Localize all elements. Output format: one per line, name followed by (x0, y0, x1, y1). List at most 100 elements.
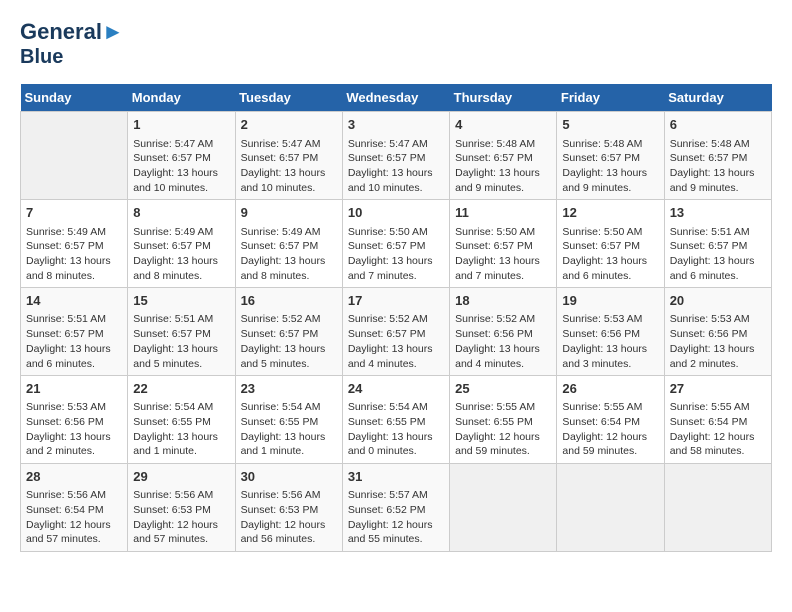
day-number: 16 (241, 292, 337, 310)
day-number: 4 (455, 116, 551, 134)
day-number: 11 (455, 204, 551, 222)
calendar-table: SundayMondayTuesdayWednesdayThursdayFrid… (20, 84, 772, 552)
day-number: 25 (455, 380, 551, 398)
day-header-tuesday: Tuesday (235, 84, 342, 112)
calendar-cell: 24Sunrise: 5:54 AM Sunset: 6:55 PM Dayli… (342, 376, 449, 464)
calendar-cell: 22 Sunrise: 5:54 AM Sunset: 6:55 PM Dayli… (128, 376, 235, 464)
day-number: 8 (133, 204, 229, 222)
calendar-cell: 16 Sunrise: 5:52 AM Sunset: 6:57 PM Dayli… (235, 288, 342, 376)
calendar-cell: 31 Sunrise: 5:57 AM Sunset: 6:52 PM Dayli… (342, 464, 449, 552)
day-number: 10 (348, 204, 444, 222)
day-number: 29 (133, 468, 229, 486)
calendar-cell: 19Sunrise: 5:53 AM Sunset: 6:56 PM Dayli… (557, 288, 664, 376)
day-number: 15 (133, 292, 229, 310)
logo-text: General► Blue (20, 20, 124, 68)
day-number: 22 (133, 380, 229, 398)
day-info: Sunrise: 5:50 AM Sunset: 6:57 PM Dayligh… (455, 225, 551, 284)
day-number: 23 (241, 380, 337, 398)
calendar-cell: 27 Sunrise: 5:55 AM Sunset: 6:54 PM Dayli… (664, 376, 771, 464)
logo: General► Blue (20, 20, 124, 68)
day-info: Sunrise: 5:52 AM Sunset: 6:56 PM Dayligh… (455, 312, 551, 371)
day-number: 12 (562, 204, 658, 222)
day-info: Sunrise: 5:47 AM Sunset: 6:57 PM Dayligh… (241, 137, 337, 196)
calendar-cell (664, 464, 771, 552)
calendar-cell (21, 112, 128, 200)
day-number: 5 (562, 116, 658, 134)
day-info: Sunrise: 5:47 AM Sunset: 6:57 PM Dayligh… (348, 137, 444, 196)
day-number: 27 (670, 380, 766, 398)
day-number: 28 (26, 468, 122, 486)
calendar-cell: 6 Sunrise: 5:48 AM Sunset: 6:57 PM Daylig… (664, 112, 771, 200)
calendar-cell: 9 Sunrise: 5:49 AM Sunset: 6:57 PM Daylig… (235, 200, 342, 288)
calendar-cell (450, 464, 557, 552)
calendar-cell: 29 Sunrise: 5:56 AM Sunset: 6:53 PM Dayli… (128, 464, 235, 552)
calendar-cell: 13 Sunrise: 5:51 AM Sunset: 6:57 PM Dayli… (664, 200, 771, 288)
day-number: 18 (455, 292, 551, 310)
day-info: Sunrise: 5:50 AM Sunset: 6:57 PM Dayligh… (562, 225, 658, 284)
day-info: Sunrise: 5:52 AM Sunset: 6:57 PM Dayligh… (241, 312, 337, 371)
day-header-wednesday: Wednesday (342, 84, 449, 112)
page-header: General► Blue (20, 20, 772, 68)
day-info: Sunrise: 5:48 AM Sunset: 6:57 PM Dayligh… (562, 137, 658, 196)
calendar-cell: 3 Sunrise: 5:47 AM Sunset: 6:57 PM Daylig… (342, 112, 449, 200)
calendar-cell: 23 Sunrise: 5:54 AM Sunset: 6:55 PM Dayli… (235, 376, 342, 464)
day-header-saturday: Saturday (664, 84, 771, 112)
calendar-cell: 5 Sunrise: 5:48 AM Sunset: 6:57 PM Daylig… (557, 112, 664, 200)
day-info: Sunrise: 5:53 AM Sunset: 6:56 PM Dayligh… (562, 312, 658, 371)
day-header-sunday: Sunday (21, 84, 128, 112)
calendar-cell: 11 Sunrise: 5:50 AM Sunset: 6:57 PM Dayli… (450, 200, 557, 288)
day-number: 3 (348, 116, 444, 134)
day-number: 20 (670, 292, 766, 310)
day-number: 2 (241, 116, 337, 134)
day-info: Sunrise: 5:57 AM Sunset: 6:52 PM Dayligh… (348, 488, 444, 547)
day-info: Sunrise: 5:51 AM Sunset: 6:57 PM Dayligh… (26, 312, 122, 371)
day-number: 14 (26, 292, 122, 310)
day-info: Sunrise: 5:56 AM Sunset: 6:53 PM Dayligh… (241, 488, 337, 547)
day-number: 31 (348, 468, 444, 486)
day-info: Sunrise: 5:50 AM Sunset: 6:57 PM Dayligh… (348, 225, 444, 284)
calendar-cell: 21Sunrise: 5:53 AM Sunset: 6:56 PM Dayli… (21, 376, 128, 464)
day-number: 7 (26, 204, 122, 222)
calendar-cell: 18 Sunrise: 5:52 AM Sunset: 6:56 PM Dayli… (450, 288, 557, 376)
calendar-cell: 28 Sunrise: 5:56 AM Sunset: 6:54 PM Dayli… (21, 464, 128, 552)
calendar-cell: 8Sunrise: 5:49 AM Sunset: 6:57 PM Daylig… (128, 200, 235, 288)
day-number: 30 (241, 468, 337, 486)
day-info: Sunrise: 5:51 AM Sunset: 6:57 PM Dayligh… (133, 312, 229, 371)
day-number: 26 (562, 380, 658, 398)
day-info: Sunrise: 5:55 AM Sunset: 6:55 PM Dayligh… (455, 400, 551, 459)
day-number: 24 (348, 380, 444, 398)
day-info: Sunrise: 5:53 AM Sunset: 6:56 PM Dayligh… (670, 312, 766, 371)
day-info: Sunrise: 5:54 AM Sunset: 6:55 PM Dayligh… (133, 400, 229, 459)
day-number: 1 (133, 116, 229, 134)
day-info: Sunrise: 5:47 AM Sunset: 6:57 PM Dayligh… (133, 137, 229, 196)
day-info: Sunrise: 5:52 AM Sunset: 6:57 PM Dayligh… (348, 312, 444, 371)
day-number: 13 (670, 204, 766, 222)
calendar-cell: 12 Sunrise: 5:50 AM Sunset: 6:57 PM Dayli… (557, 200, 664, 288)
day-info: Sunrise: 5:55 AM Sunset: 6:54 PM Dayligh… (670, 400, 766, 459)
day-info: Sunrise: 5:48 AM Sunset: 6:57 PM Dayligh… (455, 137, 551, 196)
day-info: Sunrise: 5:51 AM Sunset: 6:57 PM Dayligh… (670, 225, 766, 284)
calendar-cell: 7 Sunrise: 5:49 AM Sunset: 6:57 PM Daylig… (21, 200, 128, 288)
calendar-cell: 1 Sunrise: 5:47 AM Sunset: 6:57 PM Daylig… (128, 112, 235, 200)
day-info: Sunrise: 5:55 AM Sunset: 6:54 PM Dayligh… (562, 400, 658, 459)
day-header-monday: Monday (128, 84, 235, 112)
calendar-cell: 4 Sunrise: 5:48 AM Sunset: 6:57 PM Daylig… (450, 112, 557, 200)
day-info: Sunrise: 5:49 AM Sunset: 6:57 PM Dayligh… (26, 225, 122, 284)
calendar-cell: 30 Sunrise: 5:56 AM Sunset: 6:53 PM Dayli… (235, 464, 342, 552)
day-info: Sunrise: 5:56 AM Sunset: 6:53 PM Dayligh… (133, 488, 229, 547)
day-number: 17 (348, 292, 444, 310)
calendar-cell (557, 464, 664, 552)
calendar-cell: 15 Sunrise: 5:51 AM Sunset: 6:57 PM Dayli… (128, 288, 235, 376)
day-info: Sunrise: 5:49 AM Sunset: 6:57 PM Dayligh… (241, 225, 337, 284)
calendar-cell: 26 Sunrise: 5:55 AM Sunset: 6:54 PM Dayli… (557, 376, 664, 464)
day-number: 6 (670, 116, 766, 134)
calendar-cell: 17 Sunrise: 5:52 AM Sunset: 6:57 PM Dayli… (342, 288, 449, 376)
day-info: Sunrise: 5:54 AM Sunset: 6:55 PM Dayligh… (241, 400, 337, 459)
calendar-cell: 2 Sunrise: 5:47 AM Sunset: 6:57 PM Daylig… (235, 112, 342, 200)
calendar-cell: 14 Sunrise: 5:51 AM Sunset: 6:57 PM Dayli… (21, 288, 128, 376)
day-info: Sunrise: 5:56 AM Sunset: 6:54 PM Dayligh… (26, 488, 122, 547)
calendar-cell: 10 Sunrise: 5:50 AM Sunset: 6:57 PM Dayli… (342, 200, 449, 288)
day-number: 9 (241, 204, 337, 222)
day-info: Sunrise: 5:48 AM Sunset: 6:57 PM Dayligh… (670, 137, 766, 196)
day-header-thursday: Thursday (450, 84, 557, 112)
